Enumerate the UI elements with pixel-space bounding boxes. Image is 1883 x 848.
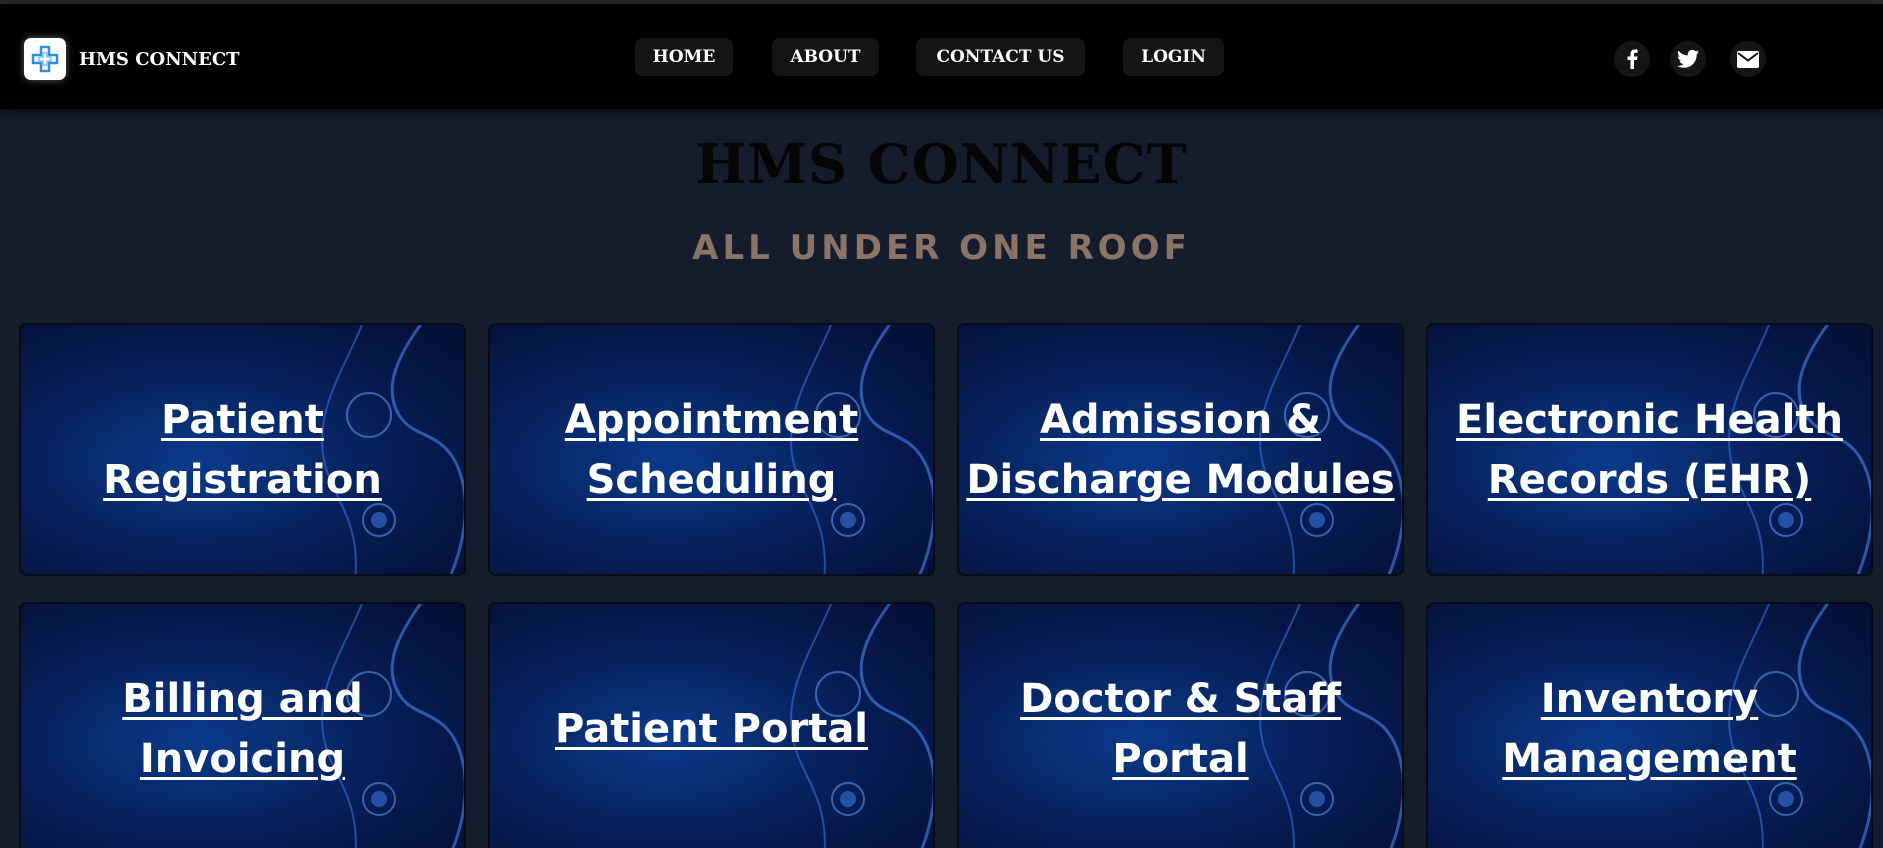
card-label: Admission & Discharge Modules — [966, 396, 1395, 503]
card-inventory-management[interactable]: Inventory Management — [1426, 602, 1873, 848]
card-label: Doctor & Staff Portal — [1020, 675, 1341, 782]
twitter-icon[interactable] — [1670, 41, 1706, 77]
brand-name: HMS CONNECT — [79, 48, 240, 70]
envelope-icon[interactable] — [1730, 41, 1766, 77]
card-admission-discharge[interactable]: Admission & Discharge Modules — [957, 323, 1404, 576]
card-label: Patient Portal — [554, 705, 869, 752]
medical-cross-icon — [24, 38, 66, 80]
hero-subtitle: ALL UNDER ONE ROOF — [692, 228, 1191, 268]
nav-contact-us[interactable]: CONTACT US — [916, 38, 1085, 76]
card-patient-portal[interactable]: Patient Portal — [488, 602, 935, 848]
card-label: Appointment Scheduling — [564, 396, 859, 503]
card-appointment-scheduling[interactable]: Appointment Scheduling — [488, 323, 935, 576]
card-label: Billing and Invoicing — [122, 675, 363, 782]
nav-about[interactable]: ABOUT — [772, 38, 879, 76]
card-label: Patient Registration — [103, 396, 382, 503]
card-label: Electronic Health Records (EHR) — [1456, 396, 1843, 503]
hero-title: HMS CONNECT — [695, 132, 1188, 196]
navbar: HMS CONNECT HOME ABOUT CONTACT US LOGIN — [0, 4, 1883, 109]
card-patient-registration[interactable]: Patient Registration — [19, 323, 466, 576]
nav-login[interactable]: LOGIN — [1123, 38, 1224, 76]
card-label: Inventory Management — [1502, 675, 1797, 782]
card-electronic-health-records[interactable]: Electronic Health Records (EHR) — [1426, 323, 1873, 576]
facebook-icon[interactable] — [1614, 41, 1650, 77]
card-doctor-staff-portal[interactable]: Doctor & Staff Portal — [957, 602, 1404, 848]
nav-home[interactable]: HOME — [635, 38, 733, 76]
brand[interactable]: HMS CONNECT — [24, 38, 240, 80]
card-billing-invoicing[interactable]: Billing and Invoicing — [19, 602, 466, 848]
